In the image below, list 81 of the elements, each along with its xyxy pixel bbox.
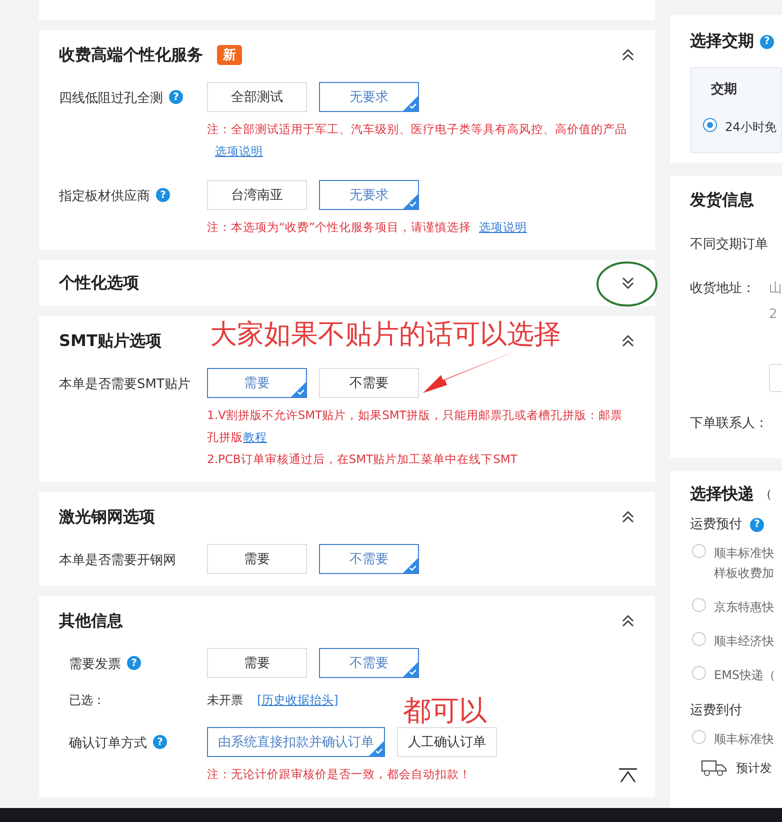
radio-label: EMS快递（ [714,668,776,682]
help-icon[interactable]: ? [169,90,183,104]
group-label: 运费到付 [690,702,742,719]
selected-value: 未开票 [207,692,243,709]
address-text: 2 [769,307,778,322]
collapse-icon[interactable] [621,614,635,628]
field-label: 收货地址： [690,280,755,298]
radio-label: 顺丰经济快 [714,634,774,648]
address-text: 山 [769,280,782,297]
section-title: SMT贴片选项 [59,330,162,352]
section-title: 选择快递 [690,484,754,504]
radio-button[interactable] [692,666,706,680]
collapse-icon[interactable] [621,48,635,62]
help-icon[interactable]: ? [156,188,170,202]
check-icon [403,194,418,209]
note-text: 2.PCB订单审核通过后，在SMT贴片加工菜单中在线下SMT [207,451,518,468]
radio-label: 顺丰标准快 [714,732,774,746]
field-label: 四线低阻过孔全测 [59,90,163,107]
check-icon [291,382,306,397]
option-button[interactable]: 需要 [207,648,307,678]
help-link[interactable]: 选项说明 [478,220,527,234]
section-title: 发货信息 [690,190,754,209]
option-button[interactable]: 人工确认订单 [397,727,497,757]
radio-button[interactable] [692,598,706,612]
check-icon [403,558,418,573]
section-title: 其他信息 [59,610,123,632]
help-icon[interactable]: ? [760,34,774,48]
radio-button[interactable] [692,544,706,558]
field-label: 下单联系人： [690,415,769,432]
annotation-text: 大家如果不贴片的话可以选择 [210,318,561,352]
note-text: 注：全部测试适用于军工、汽车级别、医疗电子类等具有高风控、高价值的产品 选项说明 [207,121,627,160]
radio-label: 顺丰标准快 [714,546,774,560]
truck-icon [700,759,728,777]
option-button[interactable]: 由系统直接扣款并确认订单 [207,727,385,757]
field-label: 本单是否需要开钢网 [59,552,176,569]
annotation-circle [596,261,658,307]
field-label: 需要发票 [69,656,121,673]
radio-sublabel: 样板收费加 [714,566,774,580]
option-button[interactable]: 无要求 [319,180,419,210]
radio-button[interactable] [703,118,717,132]
collapse-icon[interactable] [621,334,635,348]
option-button[interactable]: 不需要 [319,648,419,678]
check-icon [403,96,418,111]
new-badge: 新 [217,45,242,65]
radio-button[interactable] [692,632,706,646]
help-link[interactable]: 教程 [243,430,267,444]
section-title: 收费高端个性化服务 [59,44,203,66]
section-title: 激光钢网选项 [59,506,155,528]
section-title: 选择交期 [690,30,754,52]
option-button[interactable]: 需要 [207,368,307,398]
field-label: 确认订单方式 [69,735,147,752]
option-button[interactable]: 无要求 [319,82,419,112]
option-button[interactable]: 需要 [207,544,307,574]
option-button[interactable]: 台湾南亚 [207,180,307,210]
check-icon [403,662,418,677]
help-icon[interactable]: ? [750,518,764,532]
radio-button[interactable] [692,730,706,744]
help-icon[interactable]: ? [153,735,167,749]
group-label: 运费预付 [690,516,742,533]
collapse-icon[interactable] [621,510,635,524]
option-button[interactable]: 不需要 [319,368,419,398]
note-text: 注：本选项为“收费”个性化服务项目，请谨慎选择 选项说明 [207,219,528,236]
history-link[interactable]: [历史收据抬头] [257,692,338,709]
estimate-text: 预计发 [736,760,772,777]
field-label: 指定板材供应商 [59,188,150,205]
radio-label: 京东特惠快 [714,600,774,614]
field-label: 本单是否需要SMT贴片 [59,376,190,393]
option-button[interactable]: 不需要 [319,544,419,574]
expand-icon[interactable] [621,276,635,290]
annotation-text: 都可以 [403,693,487,729]
radio-label: 24小时免 [725,120,776,134]
option-button[interactable]: 全部测试 [207,82,307,112]
note-text: 注：无论计价跟审核价是否一致，都会自动扣款！ [207,766,472,783]
shipping-note: 不同交期订单 [690,236,769,253]
title-suffix: （ [760,486,772,503]
help-icon[interactable]: ? [127,656,141,670]
table-header: 交期 [710,80,738,99]
note-text: 1.V割拼版不允许SMT贴片，如果SMT拼版，只能用邮票孔或者槽孔拼版：邮票孔拼版教程 [207,407,624,446]
help-link[interactable]: 选项说明 [215,144,263,158]
section-title: 个性化选项 [59,272,139,294]
field-label: 已选： [69,692,105,709]
